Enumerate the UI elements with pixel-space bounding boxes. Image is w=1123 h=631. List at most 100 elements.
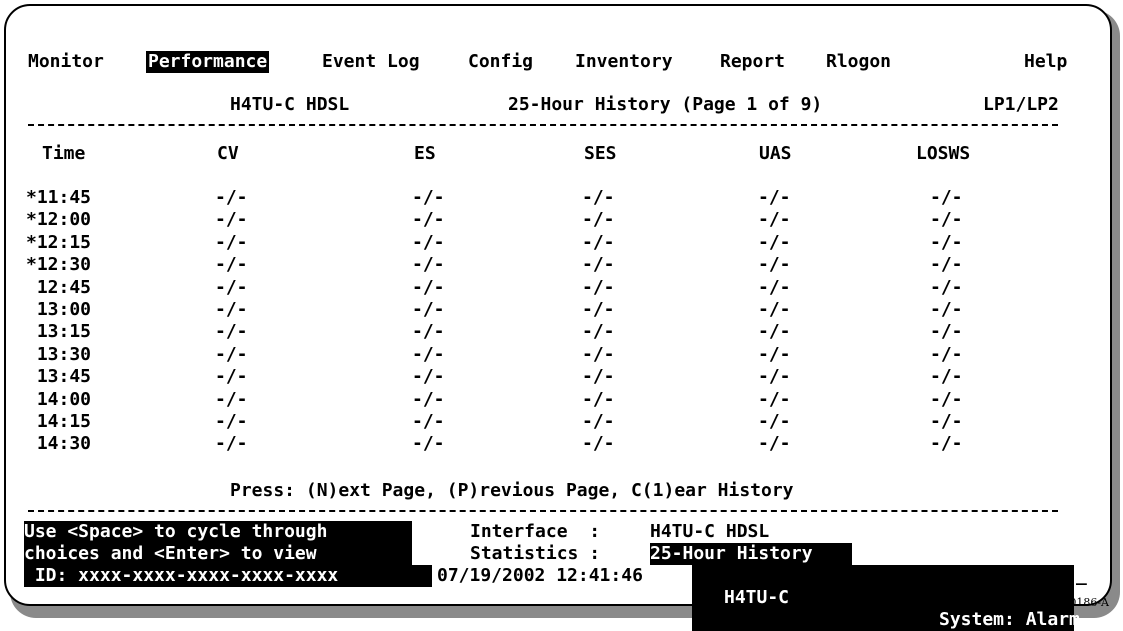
row-value: -/- [582, 187, 615, 208]
col-header-cv: CV [217, 143, 239, 164]
row-value: -/- [758, 187, 791, 208]
menu-help[interactable]: Help [1022, 51, 1069, 73]
status-id: ID: xxxx-xxxx-xxxx-xxxx-xxxx [24, 565, 432, 587]
row-value: -/- [582, 299, 615, 320]
row-value: -/- [412, 299, 445, 320]
row-value: -/- [582, 231, 615, 253]
row-value: -/- [582, 433, 615, 455]
row-value: -/- [215, 187, 248, 208]
row-time: 14:00 [26, 388, 92, 410]
row-time: 14:15 [26, 411, 92, 432]
row-value: -/- [582, 411, 615, 432]
row-value: -/- [930, 343, 963, 365]
row-value: -/- [412, 209, 445, 231]
row-value: -/- [412, 388, 445, 410]
row-time: 13:30 [26, 343, 92, 365]
row-value: -/- [215, 433, 248, 455]
status-unit: H4TU-C [724, 587, 790, 608]
row-value: -/- [412, 187, 445, 208]
menu-config[interactable]: Config [466, 51, 535, 73]
row-value: -/- [758, 433, 791, 455]
col-header-losws: LOSWS [916, 143, 971, 164]
row-value: -/- [930, 276, 963, 298]
menu-event-log[interactable]: Event Log [320, 51, 422, 73]
menu-rlogon[interactable]: Rlogon [824, 51, 893, 73]
col-header-uas: UAS [759, 143, 792, 164]
row-value: -/- [930, 366, 963, 388]
row-value: -/- [930, 433, 963, 455]
status-bar-right: H4TU-C System: Alarm [692, 565, 1080, 631]
row-time: *12:15 [26, 231, 92, 253]
row-value: -/- [930, 231, 963, 253]
menu-inventory[interactable]: Inventory [573, 51, 675, 73]
row-value: -/- [758, 388, 791, 410]
row-value: -/- [215, 321, 248, 343]
help-line-1: Use <Space> to cycle through [24, 521, 412, 543]
row-time: 13:00 [26, 299, 92, 320]
row-value: -/- [215, 299, 248, 320]
row-value: -/- [582, 366, 615, 388]
row-value: -/- [758, 231, 791, 253]
row-value: -/- [412, 343, 445, 365]
row-value: -/- [582, 388, 615, 410]
row-value: -/- [758, 343, 791, 365]
menu-performance[interactable]: Performance [146, 51, 270, 73]
row-time: 12:45 [26, 276, 92, 298]
figure-code: H0186-A [1059, 596, 1109, 609]
row-value: -/- [582, 254, 615, 276]
row-value: -/- [758, 254, 791, 276]
row-value: -/- [412, 366, 445, 388]
divider-bottom [28, 510, 1058, 512]
row-time: 13:15 [26, 321, 92, 343]
row-value: -/- [930, 411, 963, 432]
row-value: -/- [582, 209, 615, 231]
status-datetime: 07/19/2002 12:41:46 [437, 565, 643, 586]
col-header-ses: SES [584, 143, 617, 164]
row-value: -/- [930, 209, 963, 231]
row-value: -/- [930, 388, 963, 410]
row-value: -/- [215, 343, 248, 365]
row-value: -/- [758, 276, 791, 298]
row-value: -/- [758, 366, 791, 388]
row-value: -/- [215, 231, 248, 253]
row-time: 13:45 [26, 366, 92, 388]
row-value: -/- [215, 411, 248, 432]
interface-label: Interface : [470, 521, 601, 542]
row-value: -/- [758, 411, 791, 432]
menu-report[interactable]: Report [718, 51, 787, 73]
row-value: -/- [582, 343, 615, 365]
row-time: *12:30 [26, 254, 92, 276]
row-time: *12:00 [26, 209, 92, 231]
row-value: -/- [215, 276, 248, 298]
row-value: -/- [758, 321, 791, 343]
row-value: -/- [412, 411, 445, 432]
row-value: -/- [412, 321, 445, 343]
row-value: -/- [582, 321, 615, 343]
row-time: 14:30 [26, 433, 92, 455]
row-value: -/- [582, 276, 615, 298]
menu-monitor[interactable]: Monitor [26, 51, 106, 73]
cursor: _ [1076, 565, 1087, 586]
row-value: -/- [930, 321, 963, 343]
interface-value[interactable]: H4TU-C HDSL [650, 521, 769, 543]
row-value: -/- [930, 254, 963, 276]
key-prompt: Press: (N)ext Page, (P)revious Page, C(1… [230, 480, 794, 501]
header-interface: H4TU-C HDSL [230, 94, 350, 115]
row-value: -/- [758, 299, 791, 320]
help-line-2: choices and <Enter> to view [24, 543, 412, 565]
status-alarm: System: Alarm [939, 609, 1080, 630]
statistics-value[interactable]: 25-Hour History [650, 543, 852, 565]
row-value: -/- [930, 187, 963, 208]
col-header-time: Time [42, 143, 86, 164]
statistics-label: Statistics : [470, 543, 601, 564]
header-title: 25-Hour History (Page 1 of 9) [508, 94, 823, 115]
row-value: -/- [412, 433, 445, 455]
row-value: -/- [412, 231, 445, 253]
row-value: -/- [758, 209, 791, 231]
col-header-es: ES [414, 143, 436, 164]
row-value: -/- [412, 276, 445, 298]
row-value: -/- [412, 254, 445, 276]
row-time: *11:45 [26, 187, 92, 208]
row-value: -/- [215, 366, 248, 388]
row-value: -/- [215, 388, 248, 410]
